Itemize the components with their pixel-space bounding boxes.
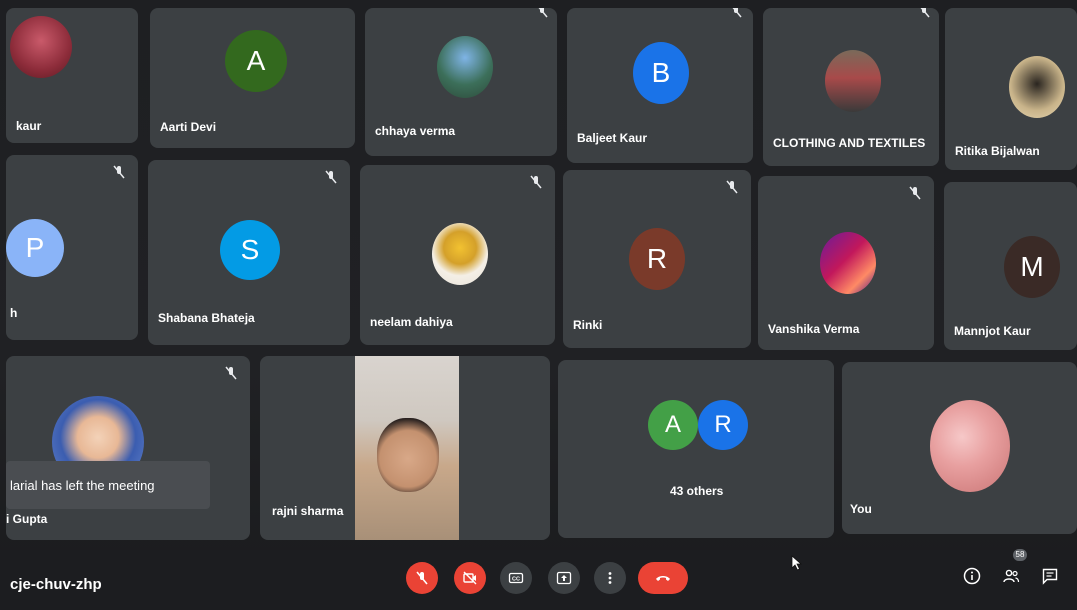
participant-photo xyxy=(432,223,488,285)
participant-name: Ritika Bijalwan xyxy=(955,144,1040,158)
participant-name: kaur xyxy=(16,119,42,133)
participant-face xyxy=(377,418,439,492)
participant-name: Baljeet Kaur xyxy=(577,131,648,145)
participant-name: chhaya verma xyxy=(375,124,456,138)
participant-avatar: P xyxy=(6,219,64,277)
participant-tile[interactable]: chhaya verma xyxy=(365,8,557,156)
participant-name: rajni sharma xyxy=(272,504,344,518)
participant-tile[interactable]: P h xyxy=(6,155,138,340)
chat-button[interactable] xyxy=(1040,566,1060,586)
participant-tile[interactable]: B Baljeet Kaur xyxy=(567,8,753,163)
participant-name: You xyxy=(850,502,872,516)
bottom-control-bar xyxy=(0,550,1077,610)
participant-avatar: R xyxy=(698,400,748,450)
present-icon xyxy=(556,571,572,585)
mic-off-icon xyxy=(535,8,549,18)
participant-tile[interactable]: i Gupta xyxy=(6,356,250,540)
participants-button[interactable] xyxy=(1001,566,1021,586)
mic-off-icon xyxy=(416,571,428,585)
others-tile[interactable]: A R 43 others xyxy=(558,360,834,538)
participant-video xyxy=(355,356,459,540)
participant-avatar: M xyxy=(1004,236,1060,298)
participant-tile[interactable]: kaur xyxy=(6,8,138,143)
toast-text: larial has left the meeting xyxy=(10,477,155,493)
participant-name: CLOTHING AND TEXTILES xyxy=(773,136,926,150)
chat-icon xyxy=(1042,568,1058,585)
participant-tile[interactable]: CLOTHING AND TEXTILES xyxy=(763,8,939,166)
participant-avatar: A xyxy=(225,30,287,92)
mic-off-icon xyxy=(112,165,126,179)
participant-photo xyxy=(820,232,876,294)
participant-tile[interactable]: rajni sharma xyxy=(260,356,550,540)
camera-toggle-button[interactable] xyxy=(454,562,486,594)
more-options-button[interactable] xyxy=(594,562,626,594)
participant-name: Rinki xyxy=(573,318,603,332)
meeting-stage: kaur A Aarti Devi chhaya verma B Baljeet… xyxy=(0,0,1077,610)
mic-off-icon xyxy=(529,175,543,189)
captions-icon: CC xyxy=(508,572,524,584)
end-call-button[interactable] xyxy=(638,562,688,594)
participant-name: Mannjot Kaur xyxy=(954,324,1031,338)
info-icon xyxy=(963,567,981,585)
mic-off-icon xyxy=(725,180,739,194)
participant-name: Vanshika Verma xyxy=(768,322,860,336)
participant-tile[interactable]: Vanshika Verma xyxy=(758,176,934,350)
participant-photo xyxy=(1009,56,1065,118)
captions-button[interactable]: CC xyxy=(500,562,532,594)
participant-name: i Gupta xyxy=(6,512,48,526)
people-icon xyxy=(1003,569,1020,583)
participant-avatar: B xyxy=(633,42,689,104)
participants-count-badge: 58 xyxy=(1013,549,1027,561)
participant-photo xyxy=(437,36,493,98)
mic-off-icon xyxy=(324,170,338,184)
participant-tile[interactable]: A Aarti Devi xyxy=(150,8,355,148)
participant-avatar: A xyxy=(648,400,698,450)
participant-photo xyxy=(930,400,1010,492)
mic-off-icon xyxy=(908,186,922,200)
camera-off-icon xyxy=(463,571,477,585)
others-count: 43 others xyxy=(670,484,724,498)
mic-off-icon xyxy=(917,8,931,18)
meeting-info-button[interactable] xyxy=(962,566,982,586)
svg-text:CC: CC xyxy=(512,577,520,583)
participant-tile[interactable]: neelam dahiya xyxy=(360,165,555,345)
left-meeting-toast: larial has left the meeting xyxy=(6,461,210,509)
participant-name: Shabana Bhateja xyxy=(158,311,255,325)
present-button[interactable] xyxy=(548,562,580,594)
mic-off-icon xyxy=(729,8,743,18)
mouse-cursor-icon xyxy=(791,555,803,576)
participant-name: neelam dahiya xyxy=(370,315,453,329)
participant-tile[interactable]: S Shabana Bhateja xyxy=(148,160,350,345)
end-call-icon xyxy=(656,576,670,581)
participant-photo xyxy=(10,16,72,78)
mic-toggle-button[interactable] xyxy=(406,562,438,594)
more-icon xyxy=(608,572,612,584)
participant-tile[interactable]: M Mannjot Kaur xyxy=(944,182,1077,350)
mic-off-icon xyxy=(224,366,238,380)
participant-avatar: S xyxy=(220,220,280,280)
participant-avatar: R xyxy=(629,228,685,290)
participant-tile[interactable]: Ritika Bijalwan xyxy=(945,8,1077,170)
participant-name: Aarti Devi xyxy=(160,120,217,134)
participant-photo xyxy=(825,50,881,112)
self-tile[interactable]: You xyxy=(842,362,1077,534)
meeting-code: cje-chuv-zhp xyxy=(10,576,102,593)
participant-name: h xyxy=(10,306,18,320)
participant-tile[interactable]: R Rinki xyxy=(563,170,751,348)
